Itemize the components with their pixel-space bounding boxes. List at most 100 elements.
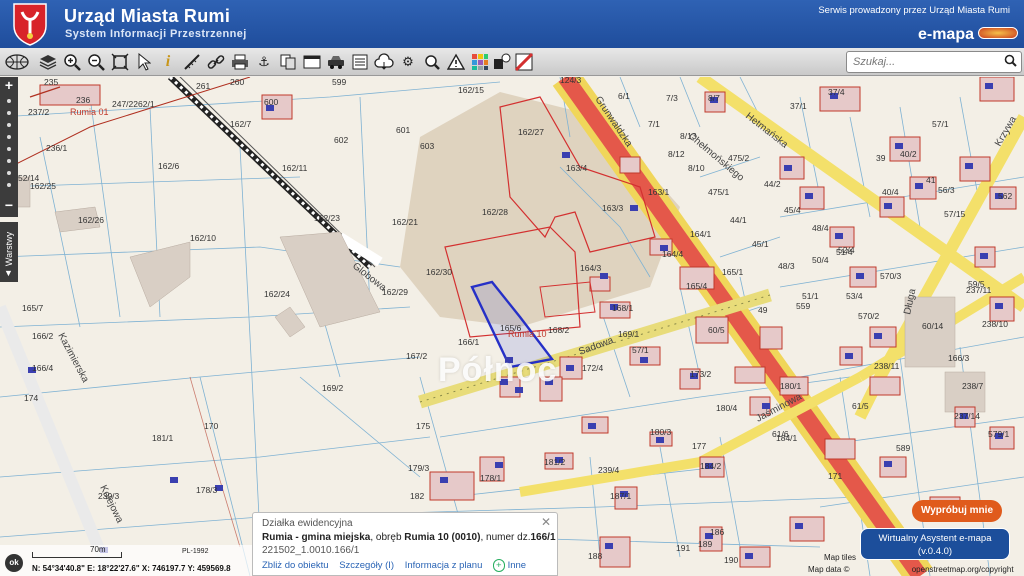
plot-number-label: 169/2 <box>322 383 344 393</box>
pointer-icon[interactable] <box>134 52 154 72</box>
crs-label[interactable]: PL-1992 <box>182 548 208 555</box>
plot-number-label: 163/4 <box>566 163 588 173</box>
plot-number-label: 37/1 <box>790 101 807 111</box>
map-canvas[interactable]: 235 236 247/2262/1 261 260 599 162/15 124/3 6/1 7… <box>0 77 1024 576</box>
parcel-info-popup: Działka ewidencyjna ✕ Rumia - gmina miej… <box>252 512 558 576</box>
plot-number-label: 602 <box>334 135 348 145</box>
zoom-level-dot[interactable] <box>7 147 11 151</box>
link-icon[interactable] <box>206 52 226 72</box>
popup-links: Zbliż do obiektu Szczegóły (I) Informacj… <box>262 559 534 572</box>
details-link[interactable]: Szczegóły (I) <box>339 560 394 571</box>
plot-number-label: 124/3 <box>560 77 582 85</box>
globe-icon[interactable] <box>4 52 30 72</box>
plot-number-label: 8/12 <box>668 149 685 159</box>
brand-badge-icon[interactable] <box>978 27 1018 39</box>
settings-icon[interactable]: ⚙ <box>398 52 418 72</box>
plot-number-label: 44/2 <box>764 179 781 189</box>
street-label: Kazimierska <box>55 331 90 385</box>
zoom-level-dot[interactable] <box>7 159 11 163</box>
plot-number-label: 162/30 <box>426 267 452 277</box>
zoom-slider[interactable]: + − <box>0 77 18 217</box>
plot-number-label: 570/3 <box>880 271 902 281</box>
zoom-level-dot[interactable] <box>7 99 11 103</box>
plot-number-label: 57/1 <box>932 119 949 129</box>
plot-number-label: 8/10 <box>688 163 705 173</box>
plan-info-link[interactable]: Informacja z planu <box>405 560 483 571</box>
emapa-brand[interactable]: e-mapa <box>918 26 974 44</box>
triangle-down-icon: ▼ <box>4 268 13 278</box>
plot-number-label: 44/1 <box>730 215 747 225</box>
assistant-version: (v.0.4.0) <box>917 546 953 557</box>
plot-number-label: 162/29 <box>382 287 408 297</box>
attribution-data: Map data © openstreetmap.org/copyright <box>808 565 1014 574</box>
plot-number-label: 173/2 <box>690 369 712 379</box>
copy-icon[interactable] <box>278 52 298 72</box>
plot-number-label: 37/4 <box>828 87 845 97</box>
plot-number-label: 599 <box>332 77 346 87</box>
measure-icon[interactable] <box>182 52 202 72</box>
car-icon[interactable] <box>326 52 346 72</box>
plot-number-label: 162/24 <box>264 289 290 299</box>
virtual-assistant-button[interactable]: Wirtualny Asystent e-mapa (v.0.4.0) <box>860 528 1010 560</box>
plot-number-label: 166/2 <box>32 331 54 341</box>
layers-icon[interactable] <box>38 52 58 72</box>
search-input[interactable] <box>853 54 999 70</box>
osm-copyright-link[interactable]: openstreetmap.org/copyright <box>912 565 1014 574</box>
plus-icon[interactable]: + <box>493 559 505 572</box>
plot-number-label: 237/14 <box>954 411 980 421</box>
plot-number-label: 162/25 <box>30 181 56 191</box>
plot-number-label: 6/1 <box>618 91 630 101</box>
plot-number-label: 238/11 <box>874 361 900 371</box>
zoom-out-icon[interactable] <box>86 52 106 72</box>
other-link[interactable]: Inne <box>508 560 527 571</box>
zoom-in-icon[interactable] <box>62 52 82 72</box>
plot-number-label: 570/2 <box>858 311 880 321</box>
plot-number-label: 589 <box>896 443 910 453</box>
plot-number-label: 181/1 <box>152 433 174 443</box>
close-icon[interactable]: ✕ <box>541 515 551 529</box>
search-box <box>846 51 1022 73</box>
zoom-level-dot[interactable] <box>7 111 11 115</box>
list-icon[interactable] <box>350 52 370 72</box>
zoom-level-dot[interactable] <box>7 171 11 175</box>
zoom-level-dot[interactable] <box>7 183 11 187</box>
ok-button[interactable]: ok <box>5 554 23 572</box>
shapes-icon[interactable] <box>492 52 512 72</box>
print-icon[interactable] <box>230 52 250 72</box>
warning-icon[interactable] <box>446 52 466 72</box>
palette-icon[interactable] <box>470 52 490 72</box>
map-svg[interactable]: 235 236 247/2262/1 261 260 599 162/15 124/3 6/1 7… <box>0 77 1024 576</box>
zoom-to-object-link[interactable]: Zbliż do obiektu <box>262 560 329 571</box>
service-note[interactable]: Serwis prowadzony przez Urząd Miasta Rum… <box>818 5 1010 16</box>
try-me-button[interactable]: Wypróbuj mnie <box>912 500 1002 522</box>
plot-number-label: 162/11 <box>282 163 308 173</box>
plot-number-label: 180/1 <box>780 381 802 391</box>
street-label: Kolejowa <box>97 483 125 525</box>
attribution-tiles: Map tiles <box>824 553 857 562</box>
plot-number-label: 247/2262/1 <box>112 99 155 109</box>
zoom-level-dot[interactable] <box>7 123 11 127</box>
plot-number-label: 162/27 <box>518 127 544 137</box>
plot-number-label: 45/1 <box>752 239 769 249</box>
info-icon[interactable]: i <box>158 52 178 72</box>
search-map-icon[interactable] <box>422 52 442 72</box>
anchor-icon[interactable]: ⚓ <box>254 52 274 72</box>
map-toolbar: i ⚓ ⚙ <box>0 48 1024 76</box>
app-title: Urząd Miasta Rumi <box>64 6 231 26</box>
plot-number-label: 167/2 <box>406 351 428 361</box>
zoom-extent-icon[interactable] <box>110 52 130 72</box>
zoom-plus-button[interactable]: + <box>0 77 18 93</box>
window-icon[interactable] <box>302 52 322 72</box>
plot-number-label: 235 <box>44 77 58 87</box>
search-icon[interactable] <box>1004 54 1017 70</box>
zoom-minus-button[interactable]: − <box>0 197 18 213</box>
layers-panel-tab[interactable]: Warstwy ▼ <box>0 222 18 282</box>
plot-number-label: 40/4 <box>882 187 899 197</box>
flag-icon[interactable] <box>514 52 534 72</box>
plot-number-label: 182 <box>410 491 424 501</box>
plot-number-label: 600 <box>264 97 278 107</box>
zoom-level-dot[interactable] <box>7 135 11 139</box>
plot-number-label: 175 <box>416 421 430 431</box>
city-coat-of-arms-logo[interactable] <box>10 2 50 46</box>
cloud-icon[interactable] <box>374 52 394 72</box>
